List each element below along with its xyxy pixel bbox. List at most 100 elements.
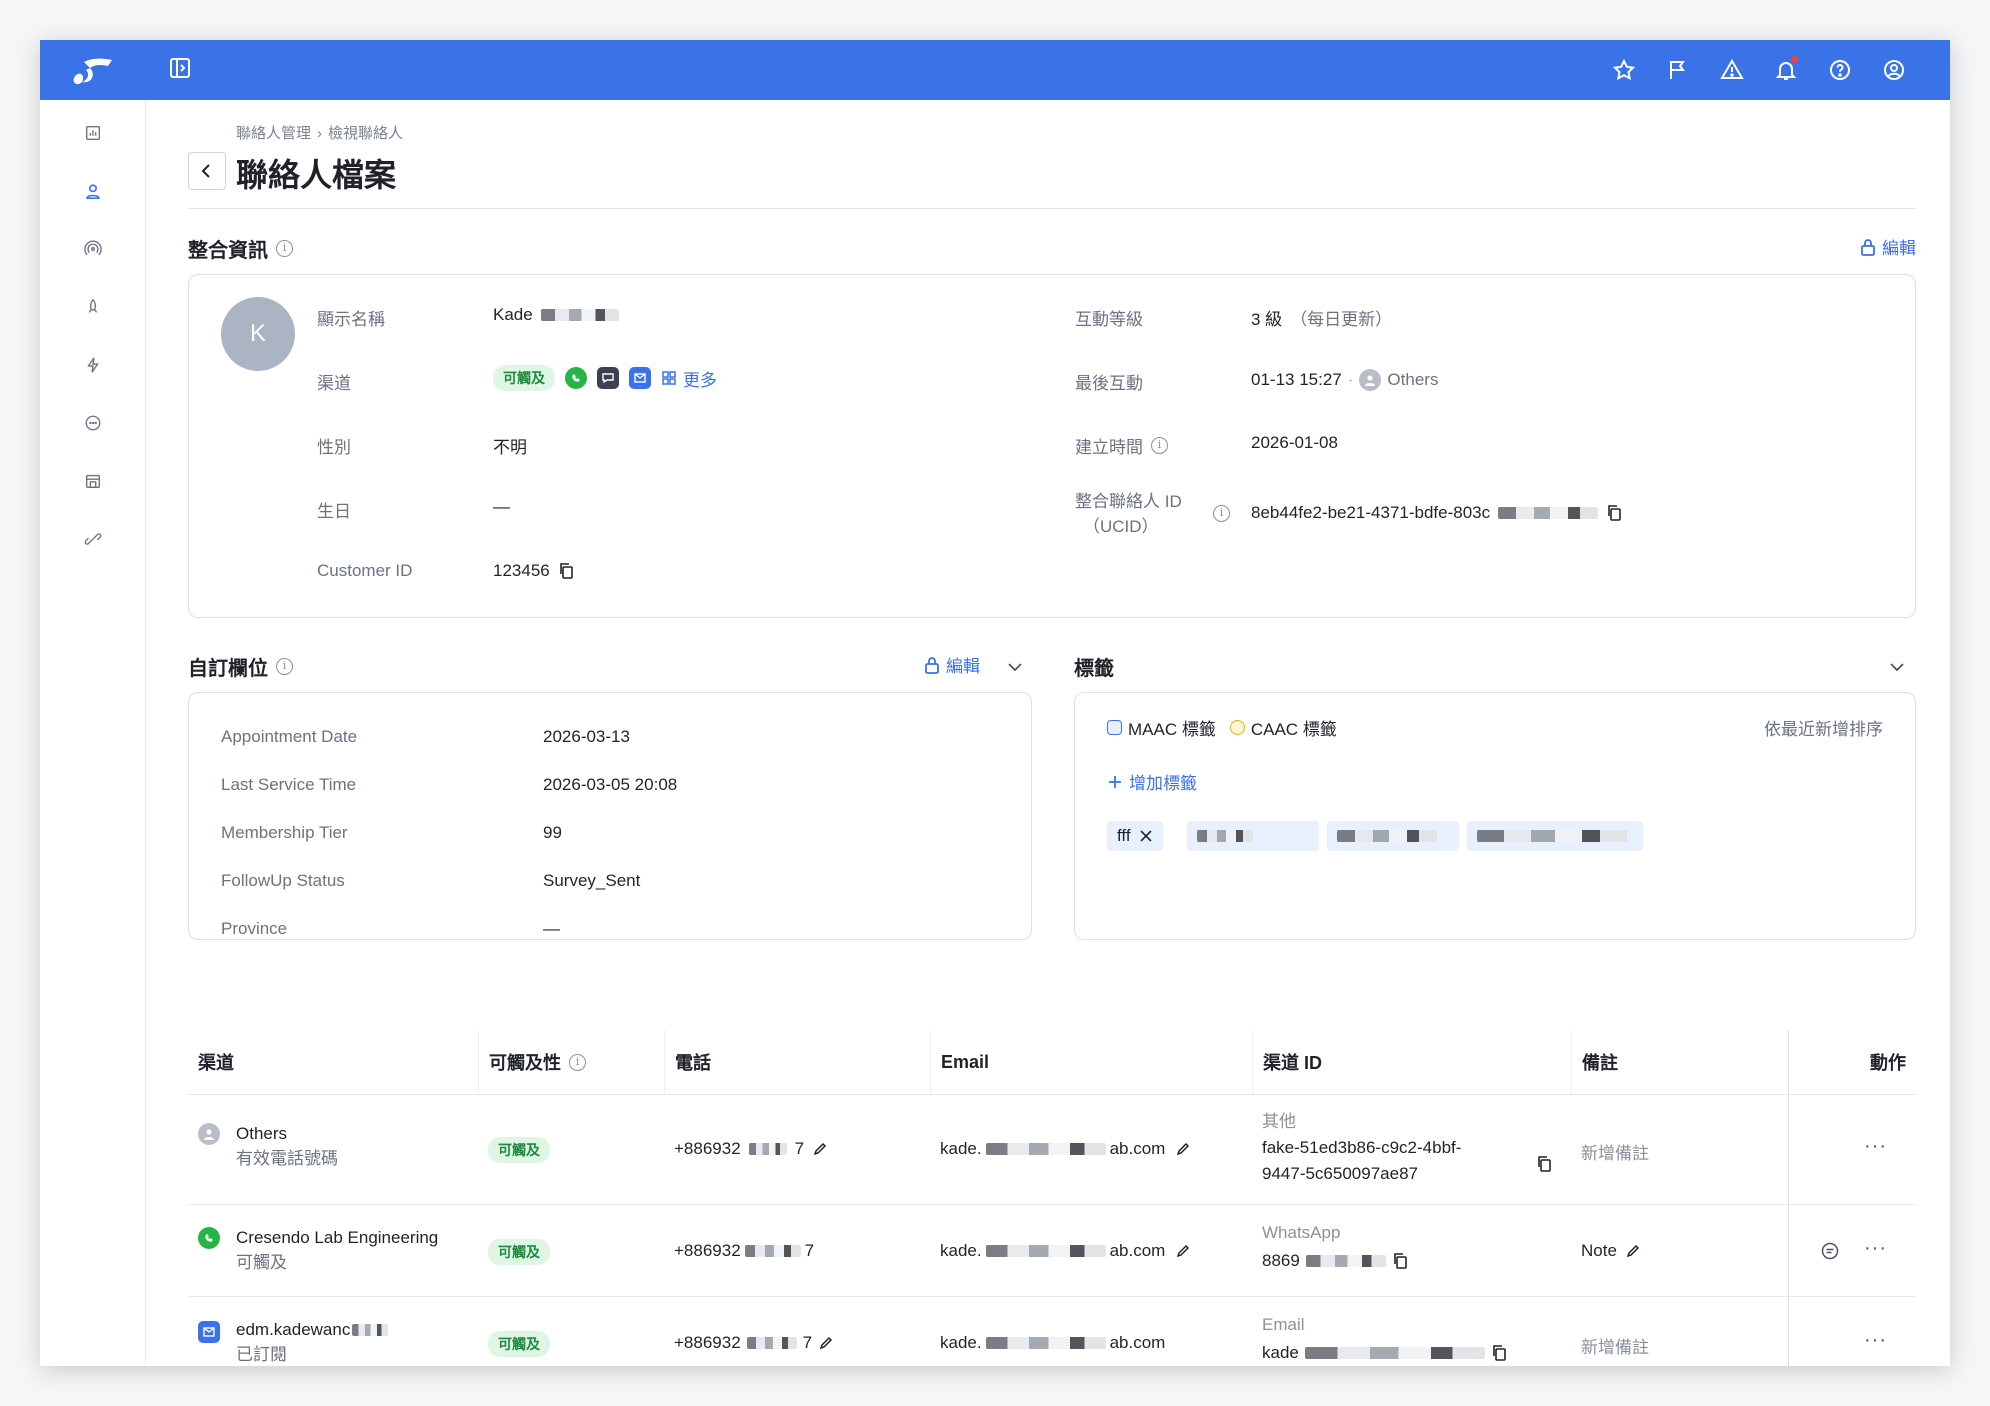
warning-icon[interactable] xyxy=(1716,54,1748,86)
maac-tag-legend: MAAC 標籤 xyxy=(1107,715,1216,740)
help-icon[interactable] xyxy=(1824,54,1856,86)
last-interaction-label: 最後互動 xyxy=(1075,374,1143,393)
channel-name-wrap: edm.kadewanc xyxy=(236,1317,389,1342)
message-icon[interactable] xyxy=(1820,1241,1840,1261)
custom-fields-edit-button[interactable]: 編輯 xyxy=(924,652,980,677)
more-actions-button[interactable]: ··· xyxy=(1864,1329,1887,1352)
info-icon[interactable]: i xyxy=(569,1053,586,1071)
channel-label: 渠道 xyxy=(317,374,351,393)
table-row: Cresendo Lab Engineering 可觸及 可觸及 +886932 7… xyxy=(188,1204,1916,1296)
col-header-email[interactable]: Email xyxy=(930,1030,989,1094)
channel-cell: edm.kadewanc 已訂閱 xyxy=(236,1317,389,1366)
birthday-value: — xyxy=(493,497,510,516)
integration-icon[interactable] xyxy=(80,526,106,552)
breadcrumb-parent[interactable]: 聯絡人管理 xyxy=(236,125,311,142)
phone-cell: +886932 7 xyxy=(674,1333,834,1353)
info-icon[interactable]: i xyxy=(276,240,293,257)
integrated-edit-button[interactable]: 編輯 xyxy=(1860,234,1916,259)
tags-title: 標籤 xyxy=(1074,658,1114,680)
reachable-badge: 可觸及 xyxy=(488,1137,550,1163)
account-icon[interactable] xyxy=(1878,54,1910,86)
sidebar-toggle-icon[interactable] xyxy=(168,56,192,80)
phone-cell: +886932 7 xyxy=(674,1139,828,1159)
col-header-phone[interactable]: 電話 xyxy=(664,1030,711,1094)
more-actions-button[interactable]: ··· xyxy=(1864,1237,1887,1260)
close-icon[interactable] xyxy=(1139,829,1153,843)
copy-icon[interactable] xyxy=(558,562,576,580)
flag-icon[interactable] xyxy=(1662,54,1694,86)
tags-card: MAAC 標籤 CAAC 標籤 依最近新增排序 增加標籤 fff xyxy=(1074,692,1916,940)
email-cell: kade. ab.com xyxy=(940,1241,1191,1261)
dot-separator: · xyxy=(1347,370,1354,389)
chevron-down-icon[interactable] xyxy=(1888,658,1906,676)
back-button[interactable] xyxy=(188,152,226,190)
col-header-channel[interactable]: 渠道 xyxy=(188,1030,234,1094)
grid-icon xyxy=(662,371,676,385)
pencil-icon[interactable] xyxy=(1175,1141,1191,1157)
tag-chip-redacted[interactable] xyxy=(1327,821,1459,851)
add-note-link[interactable]: 新增備註 xyxy=(1581,1333,1649,1358)
channel-sub: 有效電話號碼 xyxy=(236,1149,338,1168)
chat-icon[interactable] xyxy=(80,410,106,436)
copy-icon[interactable] xyxy=(1606,504,1624,522)
created-label-wrap: 建立時間 i xyxy=(1075,433,1168,458)
bell-icon[interactable] xyxy=(1770,54,1802,86)
tag-sort-select[interactable]: 依最近新增排序 xyxy=(1764,715,1883,740)
redacted-block xyxy=(352,1323,389,1336)
person-icon xyxy=(198,1123,220,1145)
chevron-down-icon[interactable] xyxy=(1006,658,1024,676)
more-actions-button[interactable]: ··· xyxy=(1864,1135,1887,1158)
custom-fields-title-wrap: 自訂欄位 i xyxy=(188,652,293,681)
automation-icon[interactable] xyxy=(80,352,106,378)
engagement-level: 3 級 xyxy=(1251,310,1283,329)
copy-icon[interactable] xyxy=(1491,1344,1509,1362)
custom-field-key: Appointment Date xyxy=(221,727,358,746)
contacts-icon[interactable] xyxy=(80,178,106,204)
sms-icon[interactable] xyxy=(597,367,619,389)
info-icon[interactable]: i xyxy=(1213,505,1230,522)
col-header-reach[interactable]: 可觸及性 i xyxy=(478,1030,586,1094)
pencil-icon[interactable] xyxy=(1625,1243,1641,1259)
page-title: 聯絡人檔案 xyxy=(236,157,397,193)
ucid-label: 整合聯絡人 ID xyxy=(1075,492,1182,511)
channel-id-cell: Email kade xyxy=(1262,1311,1509,1366)
copy-icon[interactable] xyxy=(1392,1252,1410,1270)
breadcrumb-current: 檢視聯絡人 xyxy=(328,125,404,142)
broadcast-icon[interactable] xyxy=(80,236,106,262)
channel-id-value: 8869 xyxy=(1262,1251,1300,1270)
pencil-icon[interactable] xyxy=(812,1141,828,1157)
info-icon[interactable]: i xyxy=(276,658,293,675)
custom-field-row: Province — xyxy=(221,919,560,939)
logo-icon[interactable] xyxy=(68,52,116,88)
more-channels-link[interactable]: 更多 xyxy=(661,366,717,391)
tag-chip[interactable]: fff xyxy=(1107,821,1163,851)
tag-chip-redacted[interactable] xyxy=(1187,821,1319,851)
note-cell[interactable]: Note xyxy=(1581,1241,1641,1261)
add-note-link[interactable]: 新增備註 xyxy=(1581,1139,1649,1164)
info-icon[interactable]: i xyxy=(1151,437,1168,454)
email-prefix: kade. xyxy=(940,1333,982,1352)
custom-fields-title: 自訂欄位 xyxy=(188,658,268,680)
whatsapp-icon[interactable] xyxy=(565,367,587,389)
col-header-action[interactable]: 動作 xyxy=(1788,1030,1916,1094)
last-interaction-time: 01-13 15:27 xyxy=(1251,370,1342,389)
pencil-icon[interactable] xyxy=(818,1335,834,1351)
pencil-icon[interactable] xyxy=(1175,1243,1191,1259)
tag-chip-redacted[interactable] xyxy=(1467,821,1643,851)
col-header-channel-id[interactable]: 渠道 ID xyxy=(1252,1030,1322,1094)
phone-suffix: 7 xyxy=(804,1241,815,1260)
redacted-block xyxy=(744,1245,801,1257)
email-icon[interactable] xyxy=(629,367,651,389)
avatar: K xyxy=(221,297,295,371)
caac-label: CAAC 標籤 xyxy=(1250,720,1337,739)
col-header-note[interactable]: 備註 xyxy=(1571,1030,1618,1094)
store-icon[interactable] xyxy=(80,468,106,494)
redacted-block xyxy=(748,1143,787,1155)
star-icon[interactable] xyxy=(1608,54,1640,86)
custom-fields-edit-label: 編輯 xyxy=(946,657,980,676)
channel-cell: Others 有效電話號碼 xyxy=(236,1121,338,1171)
copy-icon[interactable] xyxy=(1536,1155,1554,1173)
dashboard-icon[interactable] xyxy=(80,120,106,146)
add-tag-button[interactable]: 增加標籤 xyxy=(1107,769,1197,794)
rocket-icon[interactable] xyxy=(80,294,106,320)
